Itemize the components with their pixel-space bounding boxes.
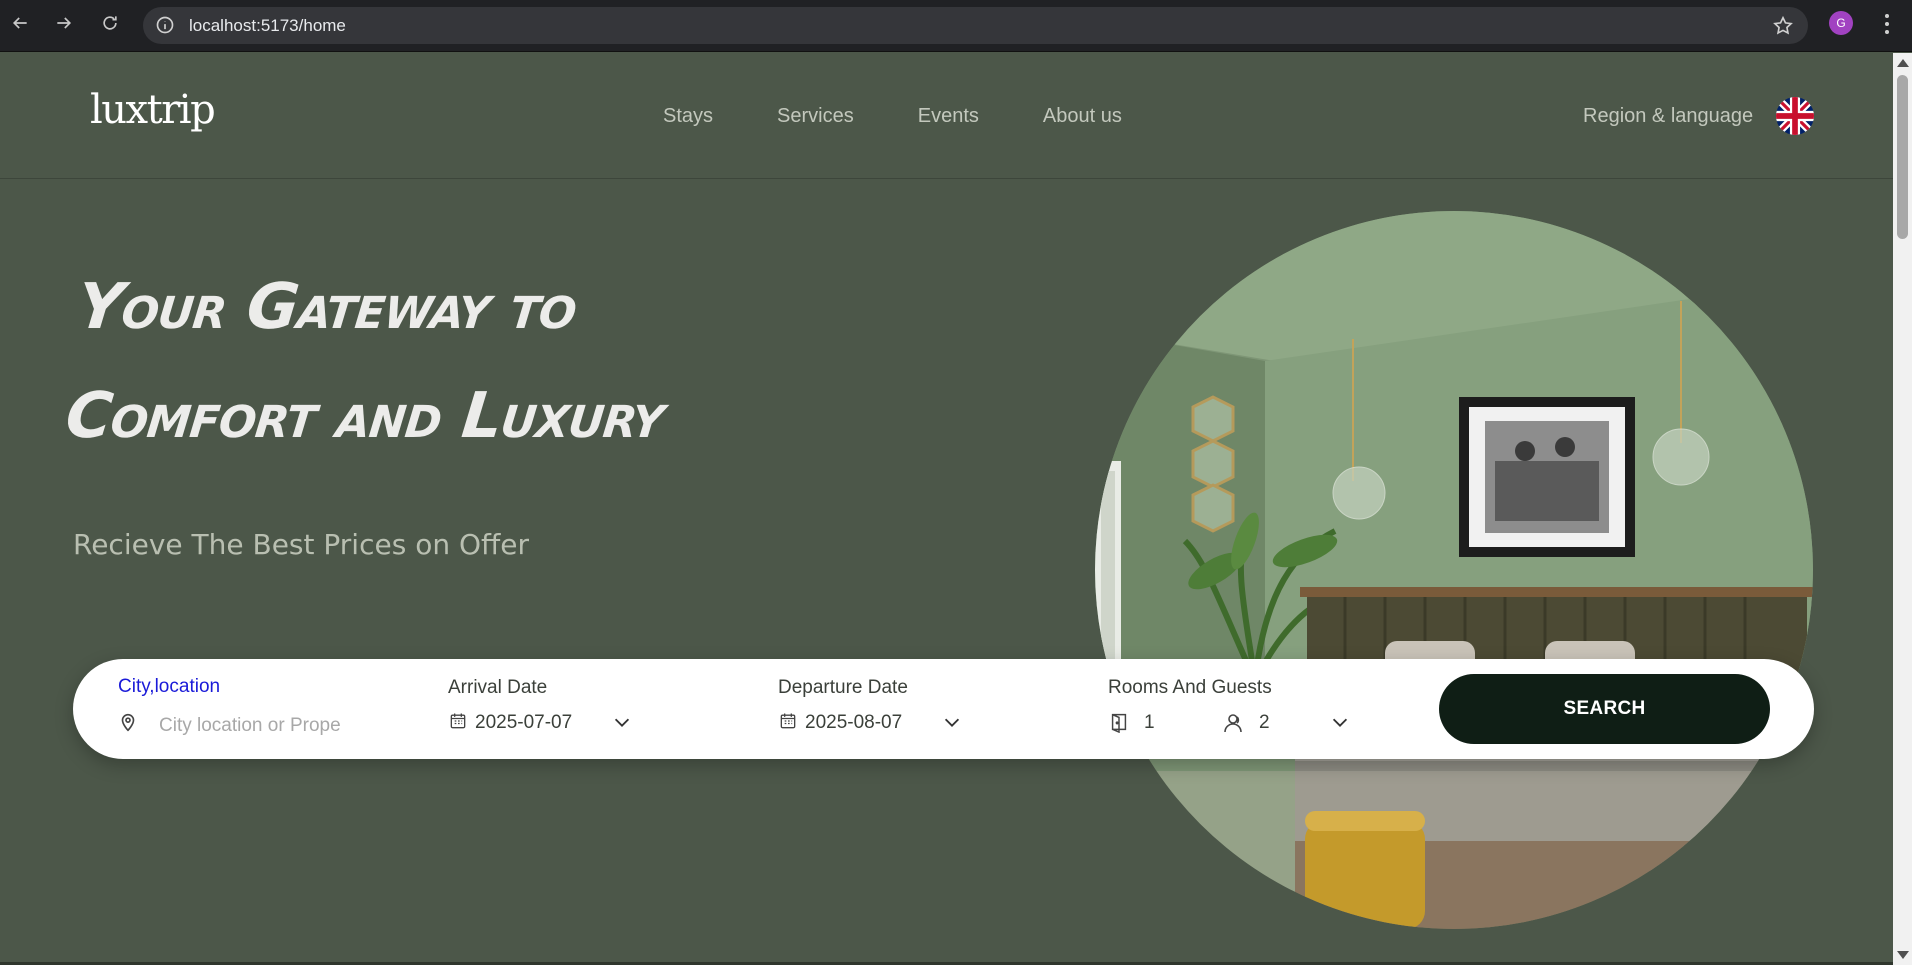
departure-date-value[interactable]: 2025-08-07 xyxy=(805,712,902,734)
nav-link-events[interactable]: Events xyxy=(918,105,979,128)
scrollbar-thumb[interactable] xyxy=(1897,75,1908,239)
profile-avatar[interactable]: G xyxy=(1829,11,1853,35)
arrival-chevron-down-icon[interactable] xyxy=(611,711,633,733)
arrival-date-label: Arrival Date xyxy=(448,677,548,698)
back-arrow-icon[interactable] xyxy=(9,10,31,36)
site-header: luxtrip Stays Services Events About us R… xyxy=(0,53,1893,179)
hero-subtitle: Recieve The Best Prices on Offer xyxy=(73,528,530,561)
calendar-icon[interactable] xyxy=(778,711,800,733)
nav-link-about[interactable]: About us xyxy=(1043,105,1122,128)
main-nav: Stays Services Events About us xyxy=(663,105,1186,128)
rooms-guests-chevron-down-icon[interactable] xyxy=(1329,711,1351,733)
arrival-date-value[interactable]: 2025-07-07 xyxy=(475,712,572,734)
guests-person-icon xyxy=(1221,711,1243,733)
site-logo[interactable]: luxtrip xyxy=(90,87,216,133)
city-location-input[interactable] xyxy=(159,710,379,742)
page-scrollbar[interactable] xyxy=(1893,53,1912,965)
uk-flag-icon[interactable] xyxy=(1776,97,1814,135)
site-info-icon[interactable] xyxy=(155,15,175,35)
door-icon xyxy=(1108,711,1130,734)
departure-chevron-down-icon[interactable] xyxy=(941,711,963,733)
hero-title-line-1: Your Gateway to xyxy=(73,270,580,343)
guests-count[interactable]: 2 xyxy=(1259,712,1270,734)
hero-bedroom-photo xyxy=(1095,211,1813,929)
url-text[interactable]: localhost:5173/home xyxy=(189,16,346,36)
page-viewport: luxtrip Stays Services Events About us R… xyxy=(0,53,1893,965)
calendar-icon[interactable] xyxy=(448,711,470,733)
region-language-link[interactable]: Region & language xyxy=(1583,105,1753,128)
search-button[interactable]: SEARCH xyxy=(1439,674,1770,744)
hero-title: Your Gateway to Comfort and Luxury xyxy=(61,252,681,470)
hero-title-line-2: Comfort and Luxury xyxy=(62,379,668,452)
browser-toolbar: localhost:5173/home G xyxy=(0,0,1912,52)
location-pin-icon xyxy=(117,711,139,733)
nav-link-services[interactable]: Services xyxy=(777,105,854,128)
scroll-down-arrow-icon[interactable] xyxy=(1897,951,1909,959)
bookmark-star-icon[interactable] xyxy=(1772,15,1794,37)
rooms-guests-label: Rooms And Guests xyxy=(1108,677,1272,698)
forward-arrow-icon[interactable] xyxy=(53,10,75,36)
search-bar: City,location Arrival Date 2025-07-07 De… xyxy=(73,659,1814,759)
rooms-count[interactable]: 1 xyxy=(1144,712,1155,734)
reload-icon[interactable] xyxy=(99,10,121,36)
more-menu-icon[interactable] xyxy=(1877,11,1897,37)
nav-link-stays[interactable]: Stays xyxy=(663,105,713,128)
scroll-up-arrow-icon[interactable] xyxy=(1897,59,1909,67)
city-location-label: City,location xyxy=(118,676,221,697)
address-bar[interactable]: localhost:5173/home xyxy=(143,7,1808,44)
departure-date-label: Departure Date xyxy=(778,677,908,698)
